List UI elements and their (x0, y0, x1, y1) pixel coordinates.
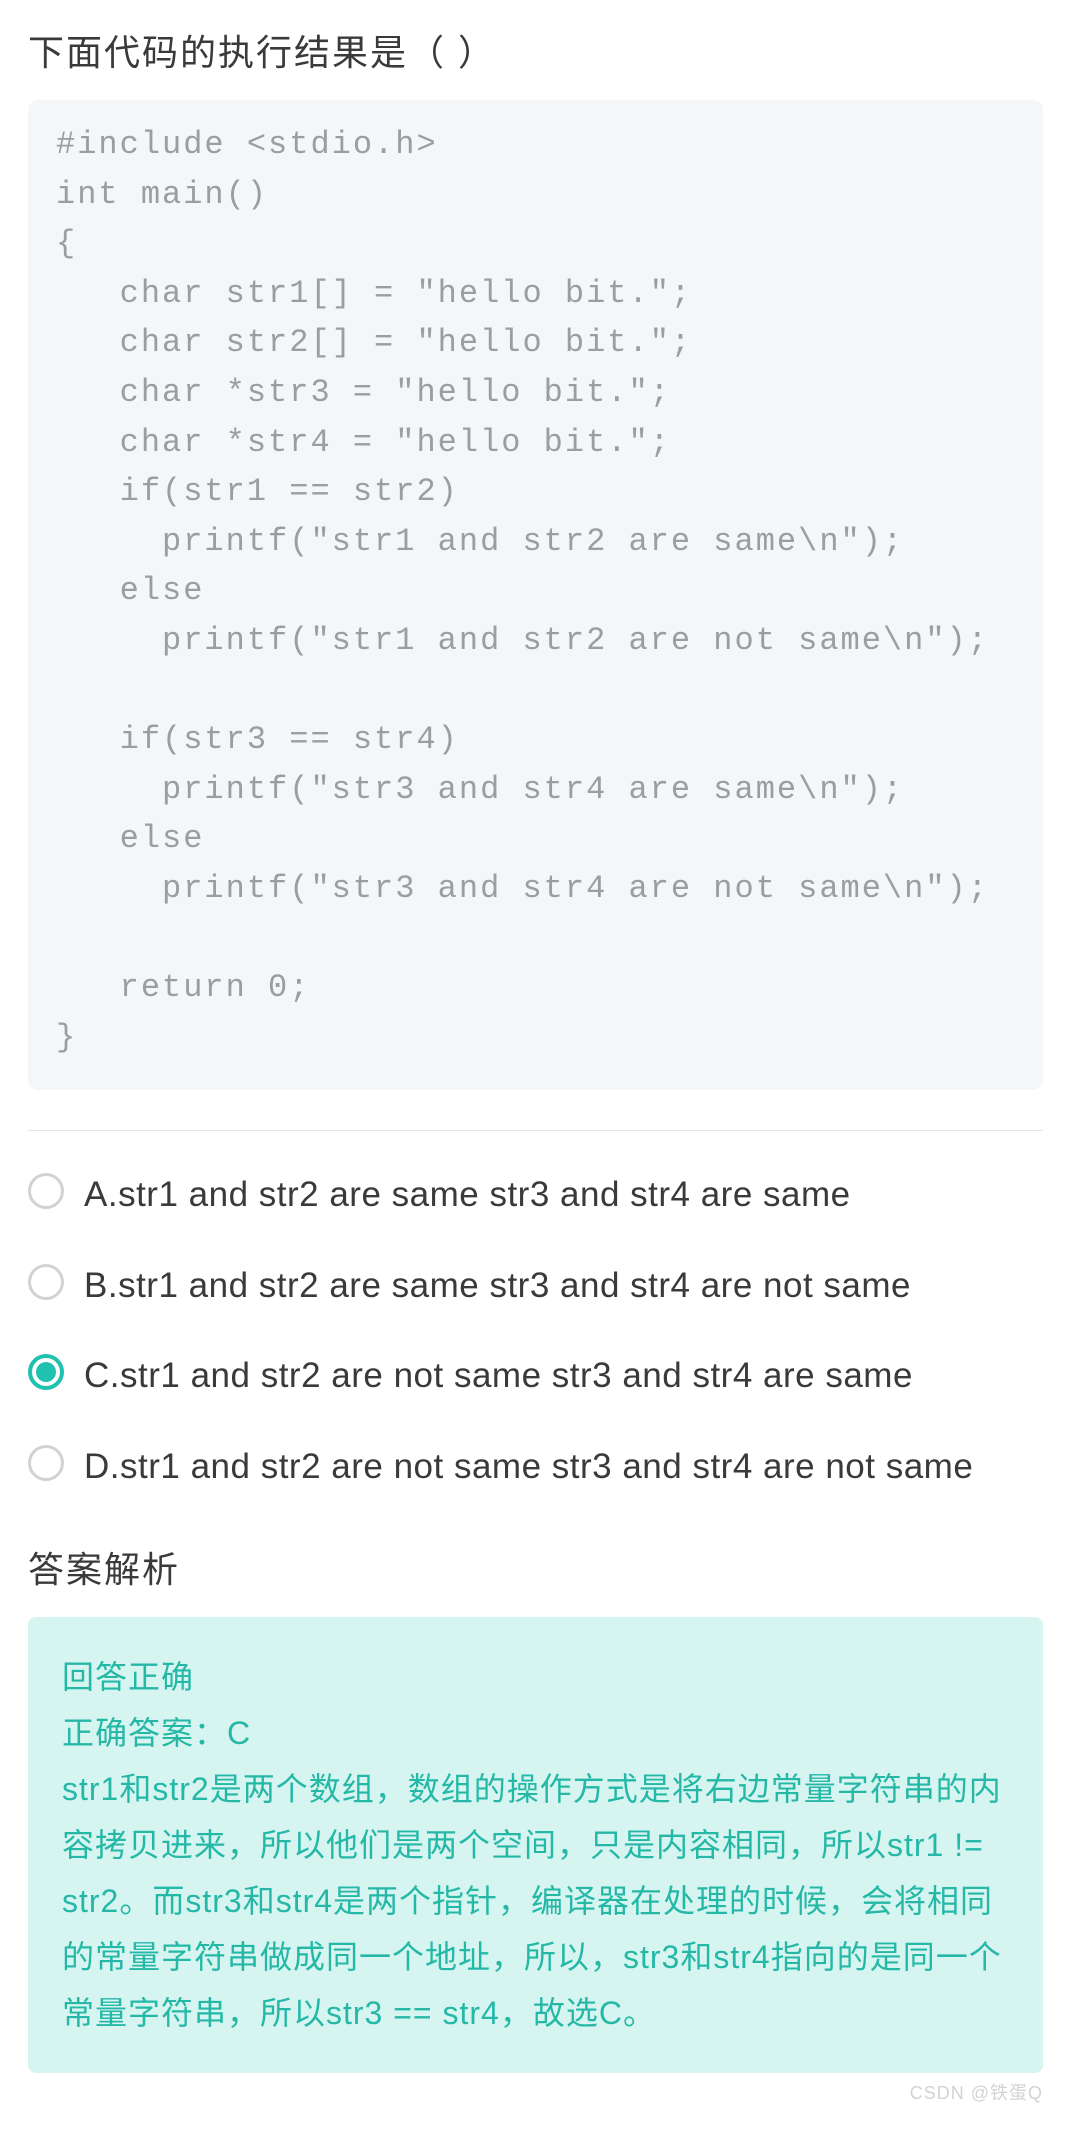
code-block: #include <stdio.h> int main() { char str… (28, 100, 1043, 1090)
options-group: A.str1 and str2 are same str3 and str4 a… (28, 1169, 1043, 1493)
explanation-body: str1和str2是两个数组，数组的操作方式是将右边常量字符串的内容拷贝进来，所… (62, 1761, 1009, 2041)
explanation-heading: 答案解析 (28, 1541, 1043, 1593)
option-label: B.str1 and str2 are same str3 and str4 a… (84, 1260, 911, 1313)
option-label: C.str1 and str2 are not same str3 and st… (84, 1350, 913, 1403)
radio-icon (28, 1445, 64, 1481)
option-c[interactable]: C.str1 and str2 are not same str3 and st… (28, 1350, 1043, 1403)
option-d[interactable]: D.str1 and str2 are not same str3 and st… (28, 1441, 1043, 1494)
option-b[interactable]: B.str1 and str2 are same str3 and str4 a… (28, 1260, 1043, 1313)
radio-icon (28, 1173, 64, 1209)
explanation-status: 回答正确 (62, 1649, 1009, 1705)
attribution: CSDN @铁蛋Q (28, 2079, 1043, 2105)
explanation-box: 回答正确 正确答案：C str1和str2是两个数组，数组的操作方式是将右边常量… (28, 1617, 1043, 2073)
explanation-correct-answer: 正确答案：C (62, 1705, 1009, 1761)
option-label: A.str1 and str2 are same str3 and str4 a… (84, 1169, 851, 1222)
divider (28, 1130, 1043, 1131)
option-label: D.str1 and str2 are not same str3 and st… (84, 1441, 973, 1494)
option-a[interactable]: A.str1 and str2 are same str3 and str4 a… (28, 1169, 1043, 1222)
radio-icon (28, 1264, 64, 1300)
question-title: 下面代码的执行结果是（ ） (28, 24, 1043, 76)
radio-icon-selected (28, 1354, 64, 1390)
